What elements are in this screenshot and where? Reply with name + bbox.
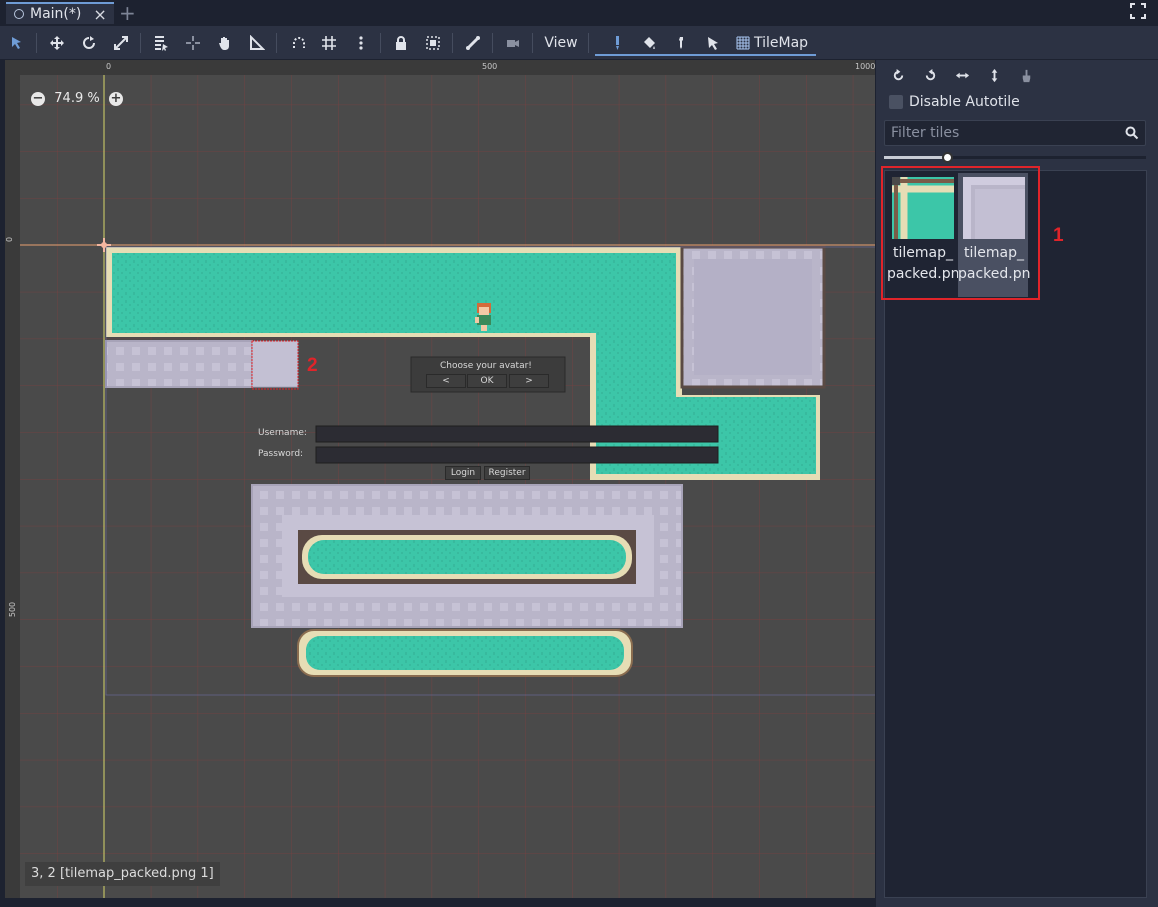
disable-autotile-checkbox[interactable] bbox=[889, 95, 903, 109]
scale-tool-icon[interactable] bbox=[110, 32, 132, 54]
ruler-top-500: 500 bbox=[482, 62, 498, 71]
smart-snap-icon[interactable] bbox=[288, 32, 310, 54]
select-cursor-icon[interactable] bbox=[702, 32, 724, 54]
eyedropper-icon[interactable] bbox=[670, 32, 692, 54]
tilemap-label: TileMap bbox=[754, 35, 809, 51]
annotation-2: 2 bbox=[307, 355, 318, 376]
ruler-left-0: 0 bbox=[5, 236, 15, 243]
list-select-icon[interactable] bbox=[150, 32, 172, 54]
tile-size-slider-fill bbox=[884, 156, 948, 159]
ruler-top-1000: 1000 bbox=[855, 62, 876, 71]
annotation-box-1 bbox=[881, 166, 1040, 300]
tile-status-label: 3, 2 [tilemap_packed.png 1] bbox=[25, 862, 220, 886]
grid-snap-icon[interactable] bbox=[318, 32, 340, 54]
filter-placeholder: Filter tiles bbox=[891, 125, 960, 141]
disable-autotile-row[interactable]: Disable Autotile bbox=[889, 94, 1020, 110]
flip-vertical-icon[interactable] bbox=[983, 64, 1005, 86]
scene-ok-button: OK bbox=[467, 374, 507, 388]
zoom-out-icon[interactable]: − bbox=[31, 91, 45, 106]
pivot-tool-icon[interactable] bbox=[182, 32, 204, 54]
move-tool-icon[interactable] bbox=[46, 32, 68, 54]
scene-tab-bar: Main(*) × + bbox=[0, 0, 1158, 26]
search-icon bbox=[1125, 126, 1139, 144]
canvas-viewport[interactable]: 0 500 1000 0 500 Choose your avatar! < O… bbox=[5, 60, 876, 898]
close-icon[interactable]: × bbox=[93, 5, 106, 24]
filter-tiles-input[interactable]: Filter tiles bbox=[884, 120, 1146, 146]
view-menu-button[interactable]: View bbox=[538, 33, 584, 53]
zoom-control: − 74.9 % + bbox=[31, 91, 123, 106]
flip-horizontal-icon[interactable] bbox=[951, 64, 973, 86]
rotate-right-icon[interactable] bbox=[919, 64, 941, 86]
pan-tool-icon[interactable] bbox=[214, 32, 236, 54]
ruler-horizontal: 0 500 1000 bbox=[5, 60, 876, 75]
scene-circle-icon bbox=[14, 9, 24, 19]
select-tool-icon[interactable] bbox=[6, 32, 28, 54]
scene-canvas bbox=[20, 75, 875, 898]
ruler-top-0: 0 bbox=[106, 62, 112, 71]
scene-login-button: Login bbox=[445, 466, 481, 480]
zoom-level[interactable]: 74.9 % bbox=[53, 91, 101, 106]
ruler-left-500: 500 bbox=[8, 601, 18, 618]
ruler-tool-icon[interactable] bbox=[246, 32, 268, 54]
scene-prev-button: < bbox=[426, 374, 466, 388]
canvas-area[interactable]: Choose your avatar! < OK > Username: Pas… bbox=[20, 75, 875, 898]
tilemap-palette-panel: Disable Autotile Filter tiles tilemap_ p… bbox=[876, 60, 1158, 907]
scene-register-button: Register bbox=[484, 466, 530, 480]
tilemap-menu-button[interactable]: TileMap bbox=[736, 32, 816, 54]
zoom-in-icon[interactable]: + bbox=[109, 91, 123, 106]
group-icon[interactable] bbox=[422, 32, 444, 54]
scene-password-label: Password: bbox=[258, 449, 304, 459]
snap-options-icon[interactable] bbox=[350, 32, 372, 54]
fullscreen-icon[interactable] bbox=[1130, 3, 1146, 24]
tilemap-icon bbox=[736, 36, 750, 50]
tile-size-slider-handle[interactable] bbox=[942, 152, 953, 163]
paint-tool-icon[interactable] bbox=[606, 32, 628, 54]
avatar-dialog-title: Choose your avatar! bbox=[440, 361, 532, 371]
lock-icon[interactable] bbox=[390, 32, 412, 54]
camera-override-icon[interactable] bbox=[502, 32, 524, 54]
scene-username-label: Username: bbox=[258, 428, 307, 438]
scene-next-button: > bbox=[509, 374, 549, 388]
rotate-left-icon[interactable] bbox=[887, 64, 909, 86]
rotate-tool-icon[interactable] bbox=[78, 32, 100, 54]
add-tab-icon[interactable]: + bbox=[119, 1, 136, 25]
canvas-toolbar: View TileMap bbox=[0, 26, 1158, 60]
tab-main[interactable]: Main(*) × bbox=[6, 2, 114, 24]
bone-icon[interactable] bbox=[462, 32, 484, 54]
disable-autotile-label: Disable Autotile bbox=[909, 94, 1020, 110]
bucket-fill-icon[interactable] bbox=[638, 32, 660, 54]
annotation-1: 1 bbox=[1053, 225, 1064, 246]
clear-transform-icon[interactable] bbox=[1015, 64, 1037, 86]
tab-label: Main(*) bbox=[30, 6, 82, 22]
ruler-vertical: 0 500 bbox=[5, 60, 20, 898]
